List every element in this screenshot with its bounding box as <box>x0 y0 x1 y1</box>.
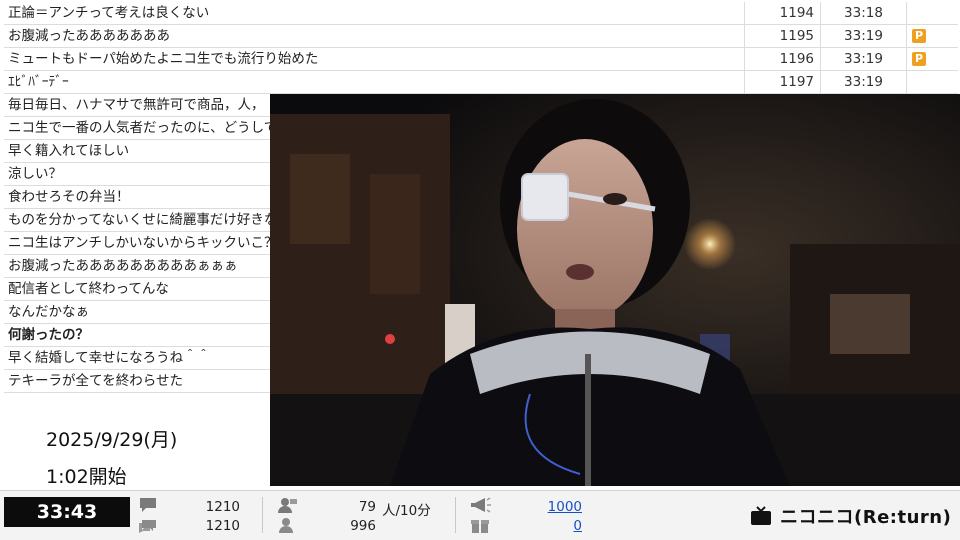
comment-text: お腹減ったあああああああ <box>8 28 170 44</box>
comment-row[interactable]: ミュートもドーパ始めたよニコ生でも流行り始めた 1196 33:19 P <box>4 48 958 71</box>
viewer-person-icon <box>278 498 297 513</box>
gift-icon <box>471 520 489 533</box>
comment-bubble-icon <box>140 498 156 512</box>
comment-count: 1210 <box>205 499 240 515</box>
comment-number: 1196 <box>744 48 820 70</box>
megaphone-icon <box>471 497 491 513</box>
video-frame <box>270 94 960 486</box>
comments-stack-icon <box>139 520 156 533</box>
comment-mark-cell: P <box>906 48 958 70</box>
comment-time: 33:18 <box>820 2 906 24</box>
video-player[interactable] <box>270 94 960 486</box>
premium-badge-icon: P <box>912 52 926 66</box>
niconico-logo: ニコニコ(Re:turn) <box>750 503 951 529</box>
viewers-unit: 人/10分 <box>382 503 431 519</box>
viewer-total-icon <box>279 518 293 533</box>
comment-mark-cell: P <box>906 25 958 47</box>
broadcast-date: 2025/9/29(月) <box>46 429 178 451</box>
comment-number: 1195 <box>744 25 820 47</box>
viewers-total: 996 <box>350 518 376 534</box>
comment-row[interactable]: 正論＝アンチって考えは良くない 1194 33:18 <box>4 2 958 25</box>
premium-badge-icon: P <box>912 29 926 43</box>
comment-row[interactable]: ｴﾋﾞﾊﾞｰﾃﾞｰ 1197 33:19 <box>4 71 958 94</box>
comment-number: 1194 <box>744 2 820 24</box>
divider <box>262 497 263 533</box>
divider <box>455 497 456 533</box>
comment-text: ｴﾋﾞﾊﾞｰﾃﾞｰ <box>8 74 69 90</box>
comment-time: 33:19 <box>820 48 906 70</box>
broadcast-start-time: 1:02開始 <box>46 466 127 488</box>
ad-points-link[interactable]: 1000 <box>520 499 582 515</box>
comment-mark-cell <box>906 2 958 24</box>
viewers-now: 79 <box>358 499 376 515</box>
comment-mark-cell <box>906 71 958 93</box>
comment-text: ミュートもドーパ始めたよニコ生でも流行り始めた <box>8 51 319 67</box>
comment-time: 33:19 <box>820 71 906 93</box>
comment-time: 33:19 <box>820 25 906 47</box>
gift-points-link[interactable]: 0 <box>520 518 582 534</box>
comment-text: 正論＝アンチって考えは良くない <box>8 5 210 21</box>
comment-row[interactable]: お腹減ったあああああああ 1195 33:19 P <box>4 25 958 48</box>
niconico-tv-icon <box>751 506 771 525</box>
comment-count-total: 1210 <box>205 518 240 534</box>
logo-text: ニコニコ(Re:turn) <box>780 507 952 528</box>
comment-number: 1197 <box>744 71 820 93</box>
status-bar: 33:43 1210 1210 79 人/10分 996 1000 0 ニコニコ… <box>0 490 960 540</box>
elapsed-time: 33:43 <box>4 497 130 527</box>
